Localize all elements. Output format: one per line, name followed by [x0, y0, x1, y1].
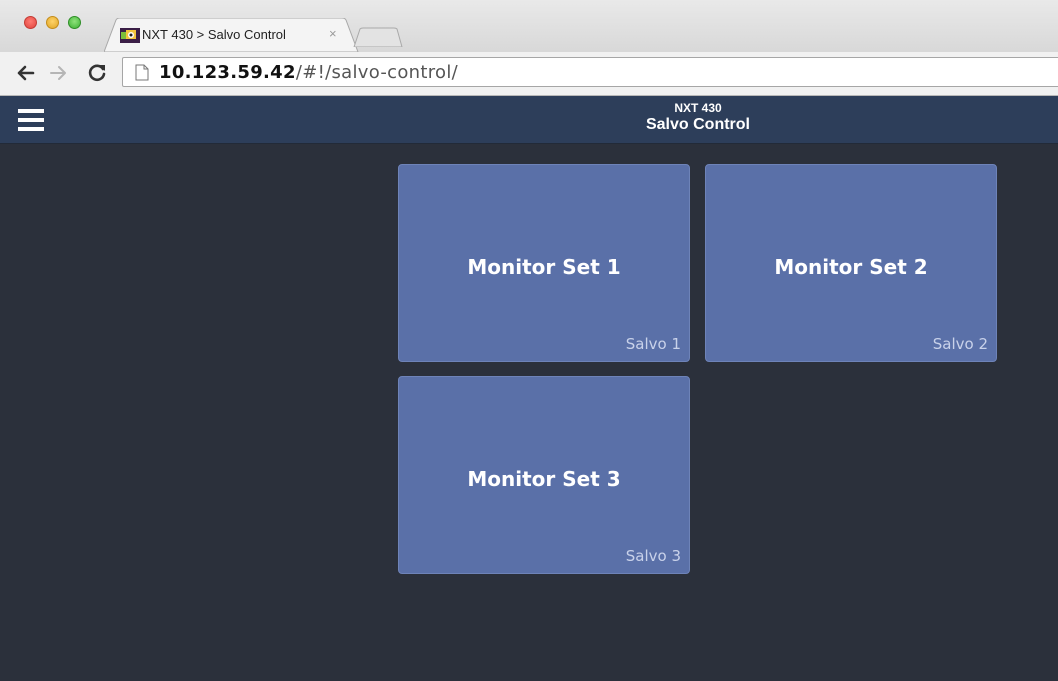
hamburger-bar: [18, 109, 44, 113]
device-name: NXT 430: [674, 101, 722, 115]
reload-icon[interactable]: [86, 62, 108, 84]
salvo-tile-2[interactable]: Monitor Set 2 Salvo 2: [705, 164, 997, 362]
salvo-tile-1[interactable]: Monitor Set 1 Salvo 1: [398, 164, 690, 362]
salvo-name: Monitor Set 3: [467, 467, 621, 491]
hamburger-bar: [18, 118, 44, 122]
page-title: Salvo Control: [645, 116, 750, 133]
salvo-label: Salvo 1: [625, 335, 681, 353]
window-minimize-button[interactable]: [46, 16, 59, 29]
url-host: 10.123.59.42: [159, 62, 296, 83]
page-icon: [135, 64, 149, 81]
salvo-label: Salvo 2: [932, 335, 988, 353]
favicon-icon: [120, 28, 140, 43]
browser-tab-active[interactable]: NXT 430 > Salvo Control ×: [104, 18, 360, 52]
url-path: /#!/salvo-control/: [295, 62, 459, 83]
app-header: NXT 430 Salvo Control: [0, 96, 1058, 144]
tab-close-icon[interactable]: ×: [329, 26, 337, 42]
window-close-button[interactable]: [24, 16, 37, 29]
browser-window: NXT 430 > Salvo Control × 10.123.59.42/#…: [0, 0, 1058, 681]
salvo-tile-3[interactable]: Monitor Set 3 Salvo 3: [398, 376, 690, 574]
browser-titlebar: NXT 430 > Salvo Control ×: [0, 0, 1058, 52]
browser-toolbar: 10.123.59.42/#!/salvo-control/: [0, 52, 1058, 96]
address-bar[interactable]: 10.123.59.42/#!/salvo-control/: [122, 57, 1058, 87]
hamburger-icon[interactable]: [18, 109, 44, 131]
salvo-name: Monitor Set 1: [467, 255, 621, 279]
new-tab-button[interactable]: [352, 27, 404, 47]
hamburger-bar: [18, 127, 44, 131]
salvo-name: Monitor Set 2: [774, 255, 928, 279]
tab-title: NXT 430 > Salvo Control: [142, 27, 286, 42]
url-text[interactable]: 10.123.59.42/#!/salvo-control/: [159, 62, 458, 83]
window-maximize-button[interactable]: [68, 16, 81, 29]
forward-icon[interactable]: [48, 62, 70, 84]
salvo-label: Salvo 3: [625, 547, 681, 565]
salvo-grid: Monitor Set 1 Salvo 1 Monitor Set 2 Salv…: [0, 144, 1058, 681]
back-icon[interactable]: [14, 62, 36, 84]
